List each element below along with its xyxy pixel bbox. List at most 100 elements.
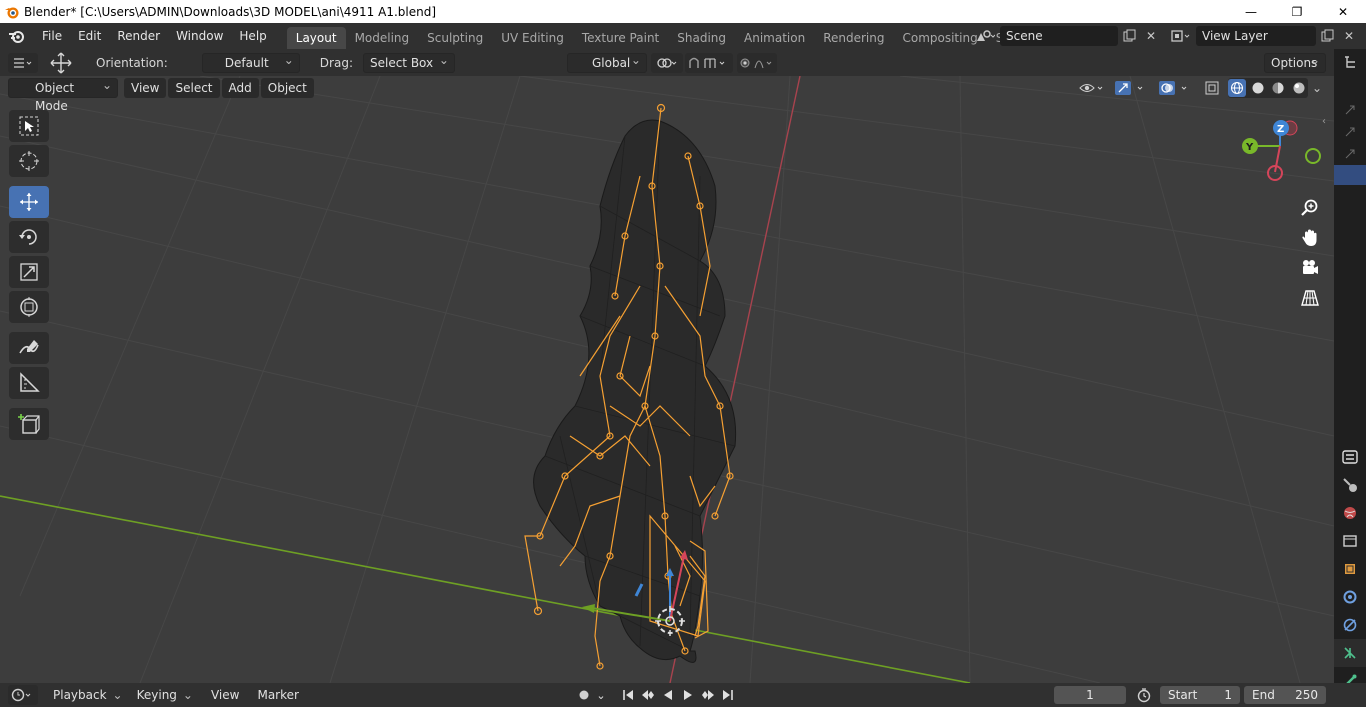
xray-toggle-icon[interactable] [1200,78,1224,98]
snap-icon[interactable] [684,52,733,73]
cursor-tool[interactable] [9,145,49,177]
camera-view-button[interactable] [1296,254,1324,282]
drag-dropdown[interactable]: Select Box [362,51,455,73]
select-box-tool[interactable] [9,110,49,142]
view-layer-field[interactable]: View Layer [1196,26,1316,46]
viewport-header: Object Mode View Select Add Object [8,76,316,113]
rotate-tool[interactable] [9,221,49,253]
scene-name-field[interactable]: Scene [1000,26,1118,46]
material-shading-icon[interactable] [1270,79,1288,97]
tab-rendering[interactable]: Rendering [814,27,893,49]
jump-to-keyframe-back-button[interactable] [638,686,658,704]
view-layer-icon[interactable] [1166,26,1196,46]
modifier-properties-icon[interactable] [1334,583,1366,611]
viewport-menu-select[interactable]: Select [168,78,220,98]
move-tool[interactable] [9,186,49,218]
delete-scene-icon[interactable]: ✕ [1140,26,1162,46]
physics-properties-icon[interactable] [1334,611,1366,639]
tab-layout[interactable]: Layout [286,27,346,49]
pivot-point-icon[interactable] [650,52,683,73]
menu-edit[interactable]: Edit [70,23,109,49]
jump-to-start-button[interactable] [618,686,638,704]
zoom-button[interactable] [1296,194,1324,222]
annotate-tool[interactable] [9,332,49,364]
viewport-menu-view[interactable]: View [124,78,167,98]
scale-tool[interactable] [9,256,49,288]
delete-view-layer-icon[interactable]: ✕ [1338,26,1360,46]
tab-texture-paint[interactable]: Texture Paint [573,27,668,49]
tab-animation[interactable]: Animation [735,27,814,49]
current-frame-field[interactable]: 1 [1054,686,1126,704]
perspective-toggle-button[interactable] [1296,284,1324,312]
record-button[interactable] [574,686,594,704]
visibility-eye-icon[interactable] [1076,78,1108,98]
menu-window[interactable]: Window [168,23,231,49]
transform-tool[interactable] [9,291,49,323]
preview-range-icon[interactable] [1134,686,1154,704]
move-tool-icon[interactable] [46,51,76,75]
tool-settings-icon[interactable] [8,52,38,73]
timeline-editor-icon[interactable] [8,685,38,705]
new-scene-icon[interactable] [1118,26,1140,46]
minimize-button[interactable]: — [1228,0,1274,23]
sidebar-toggle-icon[interactable]: ‹ [1322,116,1326,127]
wireframe-shading-icon[interactable] [1228,79,1246,97]
scene-icon[interactable] [970,26,1000,46]
record-options-chevron-icon[interactable]: ⌄ [594,686,608,704]
tab-shading[interactable]: Shading [668,27,735,49]
outliner-row-icon[interactable] [1334,99,1366,121]
menu-help[interactable]: Help [231,23,274,49]
collection-properties-icon[interactable] [1334,527,1366,555]
measure-tool[interactable] [9,367,49,399]
outliner-row-icon[interactable] [1334,121,1366,143]
armature-data-properties-icon[interactable] [1334,639,1366,667]
orientation-dropdown[interactable]: Default [201,51,300,73]
maximize-button[interactable]: ❐ [1274,0,1320,23]
menu-file[interactable]: File [34,23,70,49]
options-dropdown[interactable]: Options [1264,51,1326,73]
object-properties-icon[interactable] [1334,555,1366,583]
solid-shading-icon[interactable] [1249,79,1267,97]
menu-render[interactable]: Render [109,23,168,49]
outliner-row-icon[interactable] [1334,143,1366,165]
play-reverse-button[interactable] [658,686,678,704]
end-frame-field[interactable]: End 250 [1244,686,1326,704]
transform-icon [20,297,38,317]
viewport-menu-add[interactable]: Add [221,78,259,98]
tab-sculpting[interactable]: Sculpting [418,27,492,49]
camera-icon [1303,260,1318,274]
navigation-buttons [1296,194,1324,314]
outliner-editor-icon[interactable] [1334,49,1366,75]
new-view-layer-icon[interactable] [1316,26,1338,46]
gizmo-toggle-icon[interactable] [1112,78,1152,98]
left-toolbar [9,110,49,443]
rendered-shading-icon[interactable] [1290,79,1308,97]
viewport-menu-object[interactable]: Object [260,78,314,98]
properties-editor-icon[interactable] [1334,443,1366,471]
marker-menu[interactable]: Marker [250,688,305,702]
world-properties-icon[interactable] [1334,499,1366,527]
start-frame-field[interactable]: Start 1 [1160,686,1240,704]
close-button[interactable]: ✕ [1320,0,1366,23]
object-mode-dropdown[interactable]: Object Mode [8,76,118,113]
3d-viewport[interactable]: Z Y Object Mode View Select Add Object [0,76,1334,683]
overlays-toggle-icon[interactable] [1156,78,1196,98]
tool-properties-icon[interactable] [1334,471,1366,499]
outliner-selected-row[interactable] [1334,165,1366,185]
measure-icon [20,372,40,392]
blender-menu-icon[interactable] [0,23,34,49]
shading-options-chevron-icon[interactable]: ⌄ [1308,78,1326,98]
scene-selector: Scene ✕ View Layer ✕ [970,25,1360,47]
tab-modeling[interactable]: Modeling [346,27,419,49]
pan-button[interactable] [1296,224,1324,252]
timeline-view-menu[interactable]: View [204,688,246,702]
play-button[interactable] [678,686,698,704]
jump-to-keyframe-forward-button[interactable] [698,686,718,704]
tab-uv-editing[interactable]: UV Editing [492,27,573,49]
jump-to-end-button[interactable] [718,686,738,704]
proportional-edit-icon[interactable] [736,52,777,73]
playback-menu[interactable]: Playback [46,688,130,702]
keying-menu[interactable]: Keying [130,688,200,702]
add-cube-tool[interactable] [9,408,49,440]
transform-orientation-dropdown[interactable]: Global [566,51,647,73]
